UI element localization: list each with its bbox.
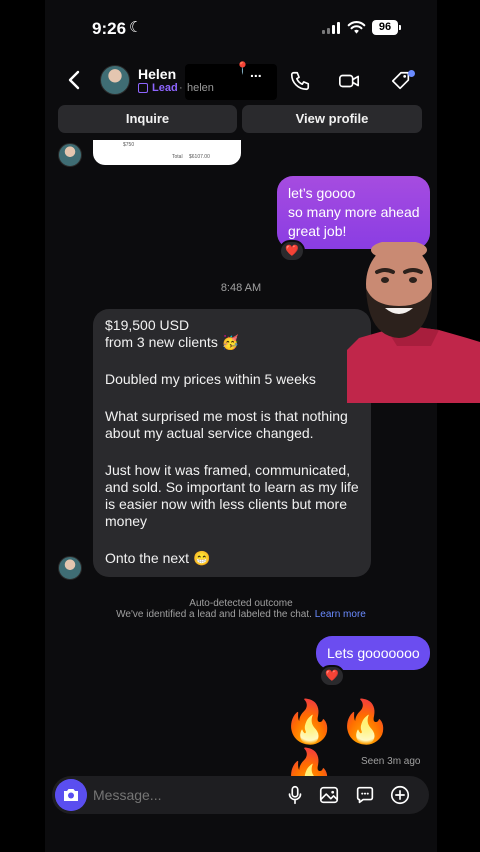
seen-status: Seen 3m ago [361, 756, 421, 767]
cellular-signal-icon [322, 22, 342, 34]
message-composer [52, 776, 429, 814]
video-overlay-person [347, 242, 480, 403]
status-time: 9:26 [92, 19, 127, 38]
auto-detected-text: We've identified a lead and labeled the … [116, 609, 312, 620]
battery-indicator: 96 [372, 20, 401, 35]
preview-line: $750 [123, 142, 135, 148]
view-profile-button[interactable]: View profile [242, 105, 422, 133]
received-message-bubble[interactable]: $19,500 USD from 3 new clients 🥳 Doubled… [93, 309, 371, 577]
inquire-button[interactable]: Inquire [58, 105, 237, 133]
sticker-icon[interactable] [354, 784, 376, 806]
sent-message-bubble[interactable]: let’s goooo so many more ahead great job… [277, 176, 430, 249]
message-line: let’s goooo [288, 185, 356, 201]
learn-more-link[interactable]: Learn more [315, 609, 366, 620]
preview-total-value: $6107.00 [189, 154, 210, 160]
message-paragraph: Onto the next 😁 [105, 550, 211, 566]
status-bar: 9:26 ☾ 96 [45, 0, 437, 56]
message-list[interactable]: $750 Total $6107.00 let’s goooo so many … [45, 140, 437, 794]
focus-moon-icon: ☾ [129, 19, 143, 36]
preview-total-label: Total [172, 154, 183, 160]
wifi-icon [347, 21, 366, 34]
sender-avatar[interactable] [58, 556, 82, 580]
gallery-icon[interactable] [318, 784, 340, 806]
pin-icon: 📍 [235, 61, 250, 75]
camera-icon[interactable] [55, 779, 87, 811]
image-attachment-preview[interactable]: $750 Total $6107.00 [93, 140, 241, 165]
notification-dot [408, 70, 415, 77]
heart-reaction[interactable]: ❤️ [319, 665, 345, 687]
dm-thread-screen: 9:26 ☾ 96 Helen 📍 ... Lead · helen Inqui… [45, 0, 437, 852]
back-chevron-icon[interactable] [65, 68, 85, 92]
name-overflow: ... [250, 64, 262, 80]
auto-detected-title: Auto-detected outcome [189, 598, 293, 609]
message-line: great job! [288, 223, 347, 239]
thread-header: Helen 📍 ... Lead · helen [45, 56, 437, 104]
message-input[interactable] [93, 776, 273, 814]
microphone-icon[interactable] [284, 784, 306, 806]
video-call-icon[interactable] [338, 70, 360, 92]
message-paragraph: $19,500 USD from 3 new clients 🥳 [105, 317, 240, 350]
lead-label-icon [138, 83, 148, 93]
contact-name[interactable]: Helen [138, 66, 176, 82]
label-separator: · [179, 82, 183, 94]
add-plus-icon[interactable] [389, 784, 411, 806]
message-paragraph: Doubled my prices within 5 weeks [105, 371, 316, 387]
lead-label[interactable]: Lead [152, 82, 178, 94]
heart-reaction[interactable]: ❤️ [279, 240, 305, 262]
message-paragraph: Just how it was framed, communicated, an… [105, 462, 359, 529]
sender-avatar[interactable] [58, 143, 82, 167]
phone-call-icon[interactable] [289, 70, 311, 92]
auto-detected-notice: We've identified a lead and labeled the … [45, 609, 437, 620]
contact-avatar[interactable] [100, 65, 130, 95]
contact-handle: helen [187, 82, 214, 94]
message-line: so many more ahead [288, 204, 420, 220]
message-paragraph: What surprised me most is that nothing a… [105, 408, 348, 441]
